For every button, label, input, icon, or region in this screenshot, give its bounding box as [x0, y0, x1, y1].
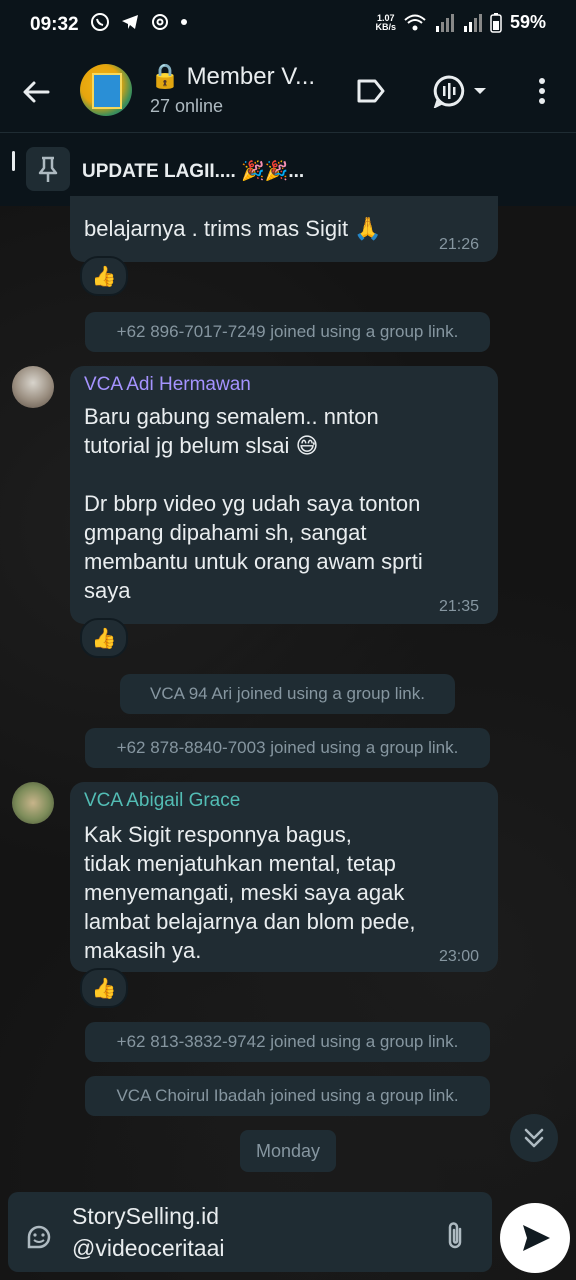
wifi-icon: [404, 14, 426, 30]
attach-icon[interactable]: [442, 1220, 468, 1252]
online-count: 27 online: [150, 96, 224, 116]
double-chevron-down-icon: [524, 1128, 544, 1148]
threads-icon: [152, 14, 168, 30]
battery-icon: [490, 12, 502, 33]
dot-icon: [181, 19, 187, 25]
message-input-box[interactable]: StorySelling.id @videoceritaai: [8, 1192, 492, 1272]
battery-percent: 59%: [509, 12, 546, 32]
system-message: VCA Choirul Ibadah joined using a group …: [85, 1076, 490, 1116]
reaction-thumbs-up[interactable]: 👍: [80, 618, 128, 658]
message-bubble[interactable]: VCA Abigail Grace Kak Sigit responnya ba…: [70, 782, 498, 972]
avatar[interactable]: [12, 366, 54, 408]
pin-icon: [26, 147, 70, 191]
label-tag-icon[interactable]: [356, 78, 386, 104]
signal-icon: [435, 13, 454, 32]
group-avatar[interactable]: [80, 64, 132, 116]
system-message: +62 878-8840-7003 joined using a group l…: [85, 728, 490, 768]
more-options-icon[interactable]: [534, 76, 550, 106]
status-bar: 09:32 1.07 KB/s 59%: [0, 0, 576, 48]
message-text: Kak Sigit responnya bagus, tidak menjatu…: [84, 822, 416, 963]
reaction-thumbs-up[interactable]: 👍: [80, 256, 128, 296]
voice-chat-icon[interactable]: [432, 74, 488, 108]
message-bubble[interactable]: VCA Adi Hermawan Baru gabung semalem.. n…: [70, 366, 498, 624]
message-bubble[interactable]: belajarnya . trims mas Sigit 🙏 21:26: [70, 196, 498, 262]
whatsapp-icon: [91, 13, 109, 31]
message-time: 21:26: [439, 236, 480, 253]
chat-header: 🔒 Member V... 27 online: [0, 48, 576, 132]
avatar[interactable]: [12, 782, 54, 824]
system-message: +62 896-7017-7249 joined using a group l…: [85, 312, 490, 352]
pinned-indicator: [12, 151, 15, 171]
system-message: VCA 94 Ari joined using a group link.: [120, 674, 455, 714]
pinned-text: UPDATE LAGII.... 🎉🎉...: [82, 161, 305, 182]
sticker-icon[interactable]: [24, 1222, 54, 1252]
sender-name[interactable]: VCA Adi Hermawan: [84, 374, 251, 396]
date-divider: Monday: [240, 1130, 336, 1172]
notification-icons: [90, 12, 188, 32]
message-input[interactable]: StorySelling.id @videoceritaai: [72, 1200, 224, 1264]
status-time: 09:32: [30, 14, 79, 35]
reaction-thumbs-up[interactable]: 👍: [80, 968, 128, 1008]
signal-icon-2: [463, 13, 482, 32]
message-time: 21:35: [439, 598, 480, 615]
back-arrow-icon[interactable]: [20, 76, 52, 108]
system-message: +62 813-3832-9742 joined using a group l…: [85, 1022, 490, 1062]
send-icon: [523, 1225, 550, 1251]
message-text: Baru gabung semalem.. nnton tutorial jg …: [84, 404, 423, 603]
status-right: 1.07 KB/s 59%: [375, 12, 546, 33]
message-text: belajarnya . trims mas Sigit 🙏: [84, 216, 382, 241]
group-title-text: Member V...: [186, 63, 316, 90]
group-title[interactable]: 🔒 Member V...: [150, 62, 315, 91]
scroll-to-bottom-button[interactable]: [510, 1114, 558, 1162]
telegram-icon: [122, 15, 138, 29]
network-speed: 1.07 KB/s: [375, 12, 396, 32]
sender-name[interactable]: VCA Abigail Grace: [84, 790, 240, 812]
message-time: 23:00: [439, 948, 480, 965]
lock-icon: 🔒: [150, 63, 180, 90]
send-button[interactable]: [500, 1203, 570, 1273]
